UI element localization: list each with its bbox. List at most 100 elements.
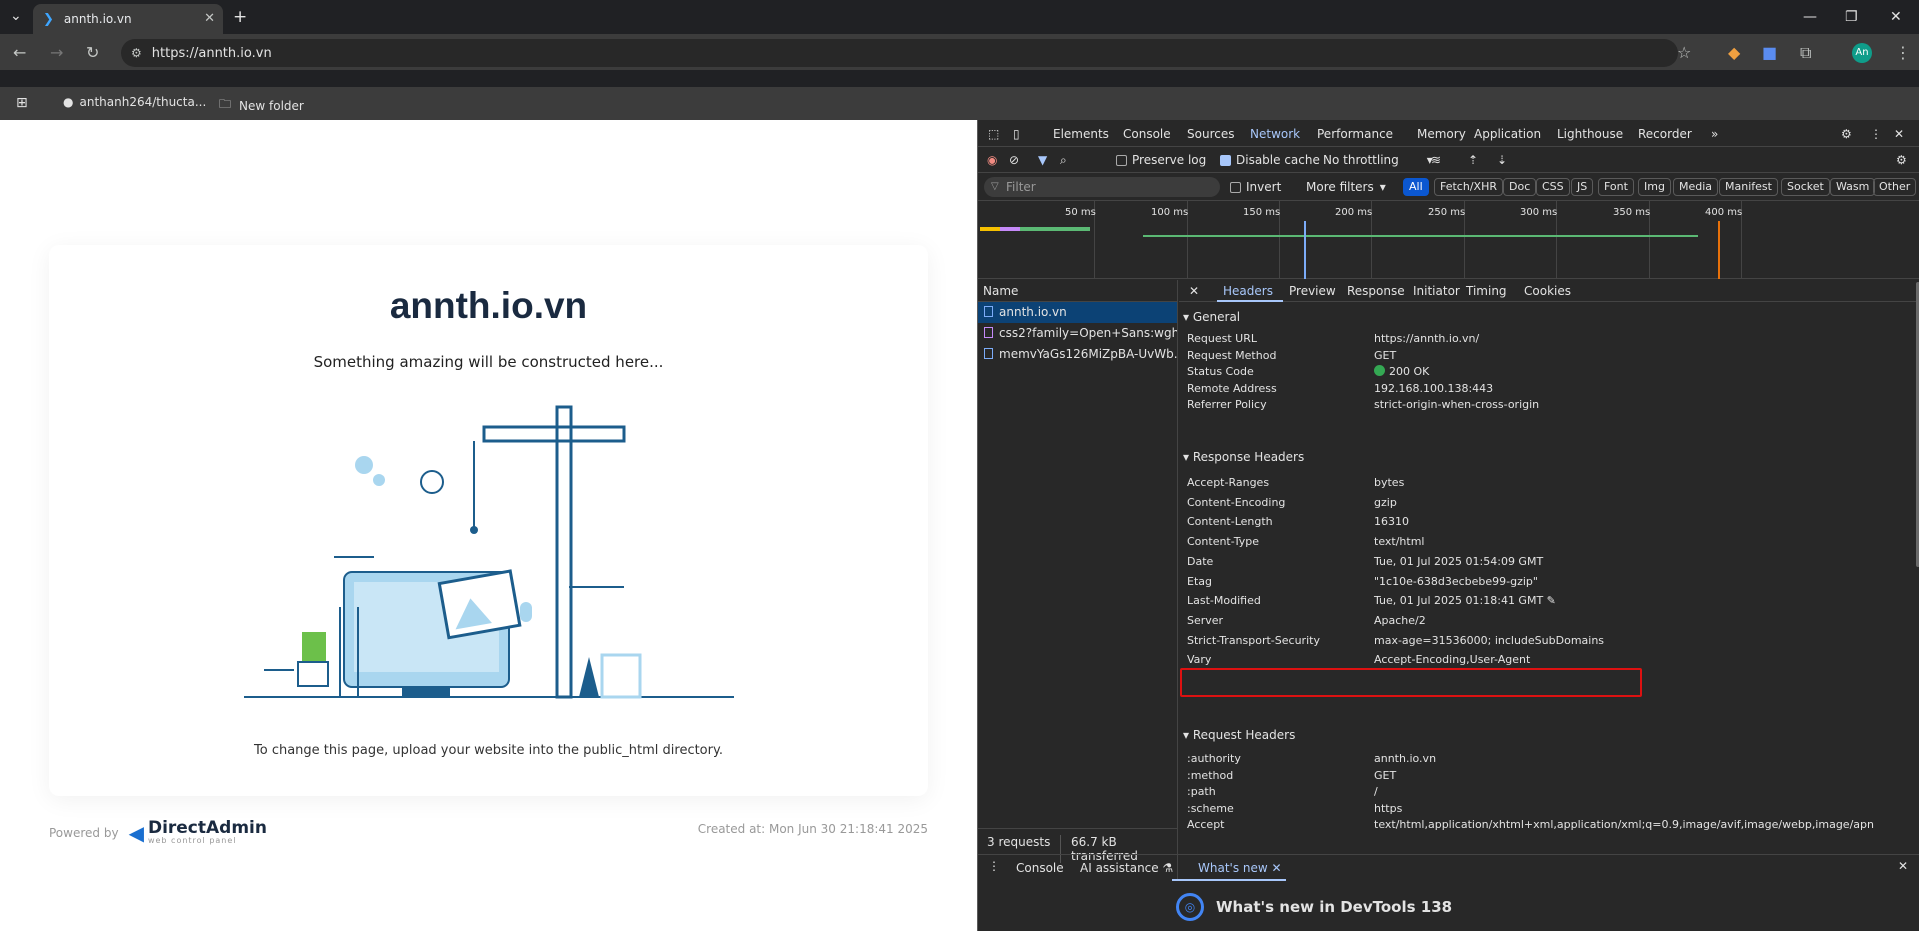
network-timeline[interactable]: 50 ms 100 ms 150 ms 200 ms 250 ms 300 ms… [978, 201, 1919, 279]
header-value: GET [1374, 348, 1397, 362]
chip-all[interactable]: All [1403, 178, 1429, 196]
tab-sources[interactable]: Sources [1187, 127, 1234, 141]
request-row[interactable]: annth.io.vn [978, 302, 1177, 323]
web-page: annth.io.vn Something amazing will be co… [0, 120, 977, 931]
devtools-menu-icon[interactable]: ⋮ [1870, 127, 1882, 141]
new-tab-icon[interactable]: + [233, 7, 247, 27]
timeline-bar [980, 227, 1000, 231]
tab-console[interactable]: Console [1123, 127, 1171, 141]
inspect-icon[interactable]: ⬚ [988, 127, 999, 141]
import-har-icon[interactable]: ⇡ [1468, 153, 1478, 167]
bookmark-folder[interactable]: 🗀 New folder [219, 95, 304, 116]
profile-avatar[interactable]: An [1852, 43, 1872, 63]
tab-strip: ⌄ ❯ annth.io.vn ✕ + — ❐ ✕ [0, 0, 1919, 34]
document-icon [984, 306, 993, 317]
tab-elements[interactable]: Elements [1053, 127, 1109, 141]
name-column-header[interactable]: Name [978, 280, 1177, 302]
chip-manifest[interactable]: Manifest [1719, 178, 1778, 196]
chip-doc[interactable]: Doc [1503, 178, 1537, 196]
search-icon[interactable]: ⌕ [1060, 153, 1067, 168]
device-toggle-icon[interactable]: ▯ [1013, 127, 1020, 141]
extension-icon[interactable]: ◆ [1728, 43, 1740, 62]
drawer-tab-ai[interactable]: AI assistance ⚗ [1080, 861, 1173, 875]
tab-network[interactable]: Network [1250, 127, 1300, 141]
chip-wasm[interactable]: Wasm [1830, 178, 1876, 196]
filter-icon[interactable]: ▼ [1038, 153, 1047, 167]
header-key: Status Code [1187, 365, 1254, 378]
tab-preview[interactable]: Preview [1289, 284, 1336, 298]
drawer-menu-icon[interactable]: ⋮ [988, 859, 1000, 873]
site-info-icon[interactable]: ⚙ [131, 46, 142, 60]
tab-initiator[interactable]: Initiator [1413, 284, 1460, 298]
more-filters-dropdown[interactable]: More filters ▾ [1306, 180, 1386, 194]
close-window-icon[interactable]: ✕ [1890, 9, 1902, 25]
header-key: Accept-Ranges [1187, 476, 1270, 489]
request-row[interactable]: css2?family=Open+Sans:wght... [978, 323, 1177, 344]
response-headers-section[interactable]: ▾ Response Headers [1183, 450, 1304, 464]
throttling-select[interactable]: No throttling ▾ [1323, 153, 1433, 167]
header-key: Referrer Policy [1187, 398, 1267, 411]
more-tabs-icon[interactable]: » [1711, 127, 1718, 141]
chip-font[interactable]: Font [1598, 178, 1634, 196]
drawer-tab-whats-new[interactable]: What's new ✕ [1198, 861, 1282, 875]
request-headers-section[interactable]: ▾ Request Headers [1183, 728, 1295, 742]
load-marker [1718, 221, 1720, 279]
general-section[interactable]: ▾ General [1183, 310, 1240, 324]
url-text: https://annth.io.vn [151, 45, 272, 61]
network-settings-icon[interactable]: ⚙ [1896, 153, 1907, 167]
preserve-log-checkbox[interactable]: Preserve log [1116, 153, 1206, 167]
bookmark-github[interactable]: ● anthanh264/thucta... [63, 95, 206, 109]
tab-timing[interactable]: Timing [1466, 284, 1507, 298]
export-har-icon[interactable]: ⇣ [1497, 153, 1507, 167]
chip-img[interactable]: Img [1638, 178, 1671, 196]
page-subtitle: Something amazing will be constructed he… [313, 353, 664, 371]
request-details: ✕ Headers Preview Response Initiator Tim… [1179, 280, 1919, 854]
reload-icon[interactable]: ↻ [86, 43, 99, 62]
chip-socket[interactable]: Socket [1781, 178, 1830, 196]
forward-icon[interactable]: → [50, 43, 63, 62]
back-icon[interactable]: ← [13, 43, 26, 62]
tab-memory[interactable]: Memory [1417, 127, 1466, 141]
chip-css[interactable]: CSS [1536, 178, 1570, 196]
address-bar[interactable]: ⚙ https://annth.io.vn [121, 39, 1678, 67]
tab-headers[interactable]: Headers [1223, 284, 1273, 298]
chip-fetch[interactable]: Fetch/XHR [1434, 178, 1503, 196]
invert-checkbox[interactable]: Invert [1230, 180, 1281, 194]
chip-js[interactable]: JS [1571, 178, 1594, 196]
chip-other[interactable]: Other [1873, 178, 1917, 196]
browser-tab[interactable]: ❯ annth.io.vn ✕ [33, 4, 223, 34]
chip-media[interactable]: Media [1673, 178, 1719, 196]
apps-grid-icon[interactable]: ⊞ [16, 95, 28, 111]
tab-recorder[interactable]: Recorder [1638, 127, 1692, 141]
tab-lighthouse[interactable]: Lighthouse [1557, 127, 1623, 141]
extension-shield-icon[interactable]: ■ [1762, 43, 1777, 62]
request-row[interactable]: memvYaGs126MiZpBA-UvWb... [978, 344, 1177, 365]
close-tab-icon[interactable]: ✕ [204, 11, 215, 26]
tab-response[interactable]: Response [1347, 284, 1405, 298]
filter-input[interactable]: Filter [984, 177, 1220, 197]
tick-label: 50 ms [1065, 207, 1096, 218]
devtools-tabs: ⬚ ▯ Elements Console Sources Network Per… [978, 120, 1919, 147]
close-devtools-icon[interactable]: ✕ [1894, 127, 1904, 141]
close-drawer-icon[interactable]: ✕ [1898, 859, 1908, 873]
tab-application[interactable]: Application [1474, 127, 1541, 141]
extensions-puzzle-icon[interactable]: ⧉ [1800, 43, 1811, 63]
tab-cookies[interactable]: Cookies [1524, 284, 1571, 298]
drawer-tab-console[interactable]: Console [1016, 861, 1064, 875]
settings-gear-icon[interactable]: ⚙ [1841, 127, 1852, 141]
header-value: Tue, 01 Jul 2025 01:54:09 GMT [1374, 554, 1544, 568]
record-icon[interactable]: ◉ [987, 153, 997, 167]
close-detail-icon[interactable]: ✕ [1189, 284, 1199, 298]
network-conditions-icon[interactable]: ≋ [1431, 153, 1441, 167]
disable-cache-checkbox[interactable]: Disable cache [1220, 153, 1320, 167]
header-value: Accept-Encoding,User-Agent [1374, 653, 1531, 667]
tab-performance[interactable]: Performance [1317, 127, 1393, 141]
clear-icon[interactable]: ⊘ [1009, 153, 1019, 167]
minimize-icon[interactable]: — [1803, 9, 1817, 25]
bookmark-star-icon[interactable]: ☆ [1677, 43, 1691, 62]
edit-pencil-icon[interactable]: ✎ [1543, 594, 1556, 607]
powered-by: Powered by ◀ DirectAdmin web control pan… [49, 818, 267, 845]
menu-icon[interactable]: ⋮ [1895, 43, 1911, 62]
restore-icon[interactable]: ❐ [1845, 9, 1858, 25]
tab-search-icon[interactable]: ⌄ [10, 8, 22, 24]
